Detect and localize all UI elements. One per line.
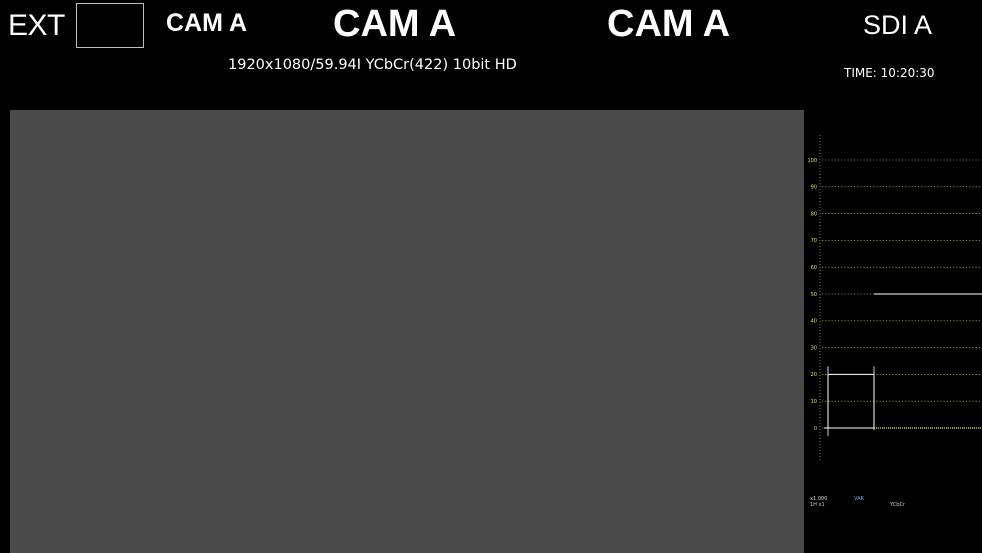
camera-id-center: CAM A xyxy=(333,3,457,45)
waveform-scale-readout: x1.000 1H x1 xyxy=(810,496,827,508)
graticule-label-20: 20 xyxy=(811,372,817,378)
graticule-label-40: 40 xyxy=(811,319,817,325)
signal-format-label: 1920x1080/59.94I YCbCr(422) 10bit HD xyxy=(228,57,517,73)
graticule-label-30: 30 xyxy=(811,345,817,351)
video-picture-area xyxy=(10,110,804,553)
waveform-mode-label: VAR xyxy=(854,496,864,502)
graticule-label-60: 60 xyxy=(811,265,817,271)
graticule-label-80: 80 xyxy=(811,211,817,217)
empty-status-box xyxy=(76,3,144,48)
graticule-label-10: 10 xyxy=(811,399,817,405)
graticule-label-100: 100 xyxy=(807,158,817,164)
sweep-value: 1H x1 xyxy=(810,502,825,508)
camera-id-right: CAM A xyxy=(607,3,731,45)
waveform-color-system: YCbCr xyxy=(890,502,905,508)
sync-source-label: EXT xyxy=(8,9,65,42)
waveform-display: 100 90 80 70 60 50 40 30 20 10 0 x1.000 1H x1 VAR … xyxy=(806,120,982,520)
graticule-label-90: 90 xyxy=(811,185,817,191)
graticule-label-70: 70 xyxy=(811,238,817,244)
waveform-graticule: 1009080706050403020100 xyxy=(807,135,982,460)
input-channel-label: SDI A xyxy=(863,10,933,40)
graticule-label-50: 50 xyxy=(811,292,817,298)
timecode-display: TIME: 10:20:30 xyxy=(844,66,935,80)
graticule-label-0: 0 xyxy=(814,426,817,432)
camera-id-small: CAM A xyxy=(166,9,248,37)
waveform-monitor-screen: EXT CAM A CAM A CAM A SDI A 1920x1080/59… xyxy=(0,0,982,553)
